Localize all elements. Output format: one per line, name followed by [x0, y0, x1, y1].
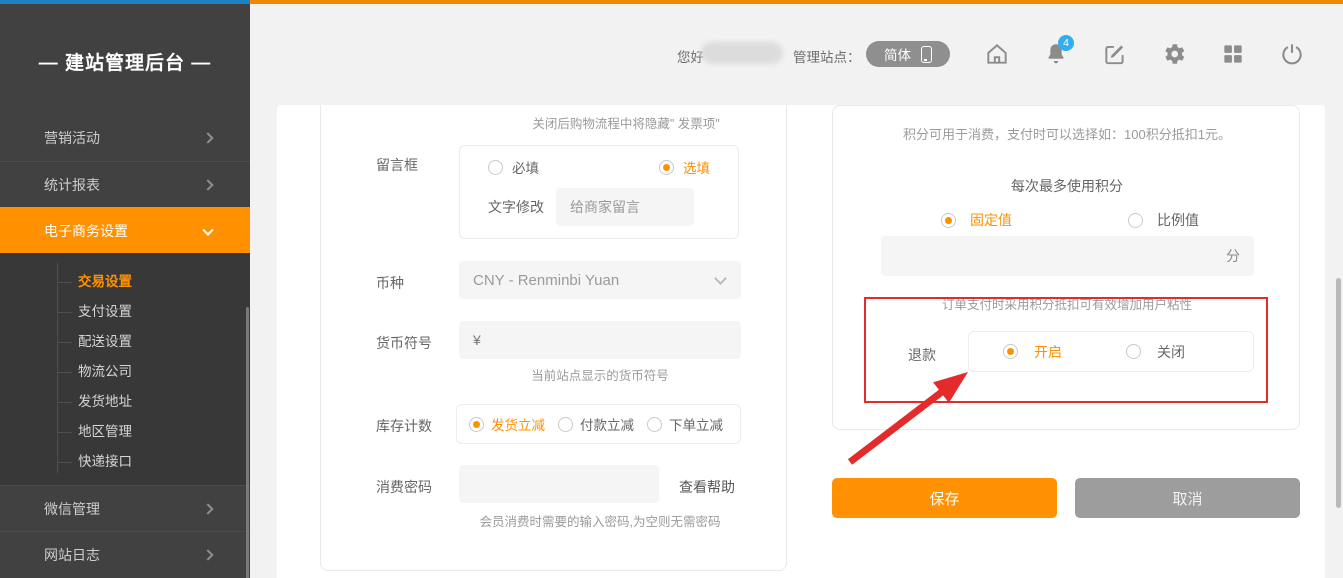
- sidebar-item-wechat[interactable]: 微信管理: [0, 485, 250, 531]
- sidebar-subitem-region-management[interactable]: 地区管理: [0, 417, 250, 447]
- radio-ratio[interactable]: [1128, 213, 1143, 228]
- admin-panel-title: — 建站管理后台 —: [0, 48, 250, 75]
- message-box-group: 必填 选填 文字修改: [459, 145, 739, 239]
- sidebar-item-label: 微信管理: [44, 501, 100, 517]
- max-points-input[interactable]: 分: [881, 236, 1254, 276]
- redacted-username: [701, 42, 783, 64]
- sidebar-item-statistics[interactable]: 统计报表: [0, 161, 250, 207]
- ecommerce-submenu: 交易设置 支付设置 配送设置 物流公司 发货地址 地区管理 快递接口: [0, 253, 250, 485]
- currency-value: CNY - Renminbi Yuan: [473, 272, 619, 289]
- view-help-link[interactable]: 查看帮助: [679, 477, 735, 497]
- chevron-right-icon: [202, 132, 213, 143]
- sidebar-subitem-delivery-settings[interactable]: 配送设置: [0, 327, 250, 357]
- radio-group-refund-on[interactable]: 开启: [1003, 342, 1062, 362]
- home-icon[interactable]: [984, 41, 1010, 67]
- radio-group-refund-off[interactable]: 关闭: [1126, 342, 1185, 362]
- sidebar-item-ecommerce-settings[interactable]: 电子商务设置: [0, 207, 250, 253]
- points-settings-card: 积分可用于消费，支付时可以选择如：100积分抵扣1元。 每次最多使用积分 固定值…: [832, 105, 1300, 430]
- chevron-down-icon: [714, 272, 727, 285]
- radio-group-required[interactable]: 必填: [488, 157, 539, 177]
- radio-ship-deduct-selected[interactable]: [469, 417, 484, 432]
- currency-symbol-label: 货币符号: [376, 333, 432, 353]
- site-pill-label: 简体: [884, 44, 911, 64]
- radio-group-fixed[interactable]: 固定值: [941, 210, 1012, 230]
- radio-optional-selected[interactable]: [659, 160, 674, 175]
- manage-site-label: 管理站点：: [793, 46, 861, 66]
- trade-settings-card: 关闭后购物流程中将隐藏" 发票项" 留言框 必填 选填 文字修改 币种 CNY …: [320, 105, 787, 571]
- refund-group: 开启 关闭: [968, 331, 1254, 372]
- edit-icon[interactable]: [1102, 41, 1128, 67]
- sidebar-subitem-shipping-address[interactable]: 发货地址: [0, 387, 250, 417]
- cancel-button[interactable]: 取消: [1075, 478, 1300, 518]
- radio-group-optional[interactable]: 选填: [659, 157, 710, 177]
- sidebar: — 建站管理后台 — 营销活动 统计报表 电子商务设置 交易设置 支付设置 配送…: [0, 4, 250, 578]
- notifications-bell-icon[interactable]: 4: [1043, 41, 1069, 67]
- points-tip: 订单支付时采用积分抵扣可有效增加用户粘性: [833, 294, 1301, 313]
- radio-group-ratio[interactable]: 比例值: [1128, 210, 1199, 230]
- sidebar-subitem-trade-settings[interactable]: 交易设置: [0, 267, 250, 297]
- currency-symbol-input[interactable]: [459, 321, 741, 359]
- sidebar-scrollbar[interactable]: [246, 307, 249, 578]
- sidebar-item-label: 网站日志: [44, 547, 100, 563]
- stock-count-group: 发货立减 付款立减 下单立减: [456, 404, 741, 444]
- mobile-icon: [921, 46, 932, 63]
- chevron-down-icon: [202, 224, 213, 235]
- page-scrollbar[interactable]: [1336, 278, 1341, 508]
- site-language-pill[interactable]: 简体: [866, 41, 950, 67]
- sidebar-item-site-log[interactable]: 网站日志: [0, 531, 250, 577]
- sidebar-subitem-logistics-company[interactable]: 物流公司: [0, 357, 250, 387]
- notification-badge: 4: [1058, 35, 1074, 51]
- currency-label: 币种: [376, 273, 404, 293]
- text-edit-label: 文字修改: [488, 197, 544, 217]
- app-window: — 建站管理后台 — 营销活动 统计报表 电子商务设置 交易设置 支付设置 配送…: [0, 0, 1343, 578]
- radio-fixed-selected[interactable]: [941, 213, 956, 228]
- chevron-right-icon: [202, 179, 213, 190]
- pay-password-input[interactable]: [459, 465, 659, 503]
- pay-password-label: 消费密码: [376, 477, 432, 497]
- settings-gear-icon[interactable]: [1161, 41, 1187, 67]
- max-points-label: 每次最多使用积分: [833, 176, 1301, 196]
- refund-label: 退款: [908, 345, 936, 365]
- radio-refund-off[interactable]: [1126, 344, 1141, 359]
- logout-power-icon[interactable]: [1279, 41, 1305, 67]
- message-text-input[interactable]: [556, 188, 694, 226]
- currency-symbol-note: 当前站点显示的货币符号: [459, 365, 741, 384]
- points-note: 积分可用于消费，支付时可以选择如：100积分抵扣1元。: [833, 124, 1301, 143]
- radio-order-deduct[interactable]: [647, 417, 662, 432]
- invoice-note: 关闭后购物流程中将隐藏" 发票项": [506, 113, 746, 132]
- sidebar-subitem-payment-settings[interactable]: 支付设置: [0, 297, 250, 327]
- sidebar-item-label: 营销活动: [44, 130, 100, 146]
- top-strip-orange: [250, 0, 1343, 4]
- apps-grid-icon[interactable]: [1220, 41, 1246, 67]
- message-box-label: 留言框: [376, 155, 418, 175]
- sidebar-item-label: 电子商务设置: [44, 223, 128, 239]
- currency-select[interactable]: CNY - Renminbi Yuan: [459, 261, 741, 299]
- radio-required[interactable]: [488, 160, 503, 175]
- sidebar-subitem-express-api[interactable]: 快递接口: [0, 447, 250, 477]
- stock-count-label: 库存计数: [376, 416, 432, 436]
- points-unit: 分: [1226, 246, 1240, 266]
- save-button[interactable]: 保存: [832, 478, 1057, 518]
- sidebar-item-marketing[interactable]: 营销活动: [0, 115, 250, 161]
- radio-pay-deduct[interactable]: [558, 417, 573, 432]
- sidebar-item-label: 统计报表: [44, 177, 100, 193]
- pay-password-note: 会员消费时需要的输入密码,为空则无需密码: [451, 511, 749, 530]
- radio-refund-on-selected[interactable]: [1003, 344, 1018, 359]
- chevron-right-icon: [202, 503, 213, 514]
- greeting-text: 您好: [677, 46, 704, 66]
- chevron-right-icon: [202, 549, 213, 560]
